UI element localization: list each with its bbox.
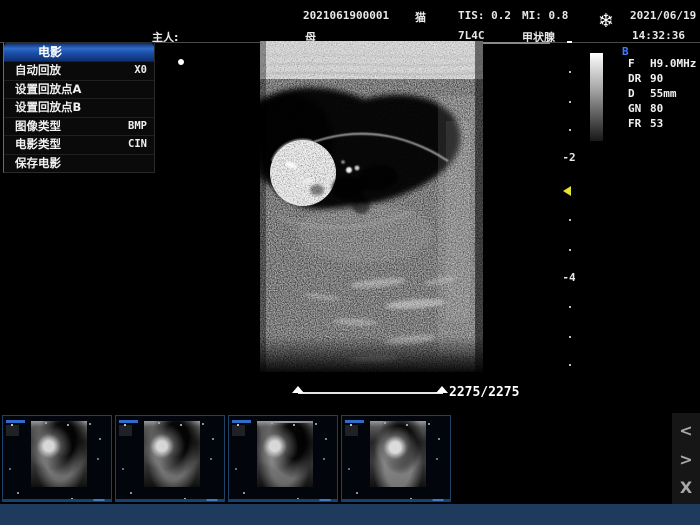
menu-item-value: BMP (128, 118, 147, 136)
cine-seek-bar[interactable] (298, 392, 443, 394)
param-value: H9.0MHz (650, 57, 696, 70)
mi-value: MI: 0.8 (522, 9, 568, 22)
thumb-bottom-bar (342, 499, 450, 501)
thumb-bottom-bar (116, 499, 224, 501)
menu-item-label: 自动回放 (15, 62, 61, 80)
menu-item-label: 电影类型 (15, 136, 61, 154)
param-value: 90 (650, 72, 663, 85)
thumb-bottom-bar (229, 499, 337, 501)
param-label: D (628, 87, 650, 100)
param-frequency: FH9.0MHz (628, 57, 696, 70)
thumbnail-cine-4[interactable] (341, 415, 451, 502)
depth-label-2: -2 (560, 151, 578, 164)
grayscale-bar (590, 53, 603, 141)
thumb-text-specks (124, 424, 126, 426)
menu-item-image-type[interactable]: 图像类型 BMP (4, 117, 154, 136)
thumb-header-bar (119, 420, 138, 423)
depth-tick (569, 249, 571, 251)
menu-item-cine-type[interactable]: 电影类型 CIN (4, 135, 154, 154)
thumb-text-specks (237, 424, 239, 426)
ultrasound-image[interactable] (260, 41, 483, 372)
depth-tick (569, 336, 571, 338)
menu-item-value: CIN (128, 136, 147, 154)
param-value: 55mm (650, 87, 677, 100)
depth-tick (569, 129, 571, 131)
cine-position-marker[interactable] (436, 386, 448, 393)
strip-close-button[interactable]: X (672, 480, 700, 496)
menu-item-label: 保存电影 (15, 155, 61, 173)
thumb-menu-ghost (119, 425, 132, 436)
menu-item-auto-replay[interactable]: 自动回放 X0 (4, 61, 154, 80)
strip-next-button[interactable]: > (672, 452, 700, 468)
date-value: 2021/06/19 (630, 9, 696, 22)
thumb-image (257, 421, 313, 487)
cine-menu-panel: 电影 自动回放 X0 设置回放点A 设置回放点B 图像类型 BMP 电影类型 C… (3, 42, 155, 173)
thumbnail-strip-controls: < > X (672, 413, 700, 504)
pointer-cursor-dot (178, 59, 184, 65)
depth-tick (567, 41, 572, 43)
depth-tick (569, 71, 571, 73)
thumb-header-bar (6, 420, 25, 423)
thumb-image (144, 421, 200, 487)
ultrasound-render (260, 41, 483, 372)
param-frame-rate: FR53 (628, 117, 663, 130)
thumb-menu-ghost (345, 425, 358, 436)
menu-item-save-cine[interactable]: 保存电影 (4, 154, 154, 173)
cine-start-marker[interactable] (292, 386, 304, 393)
thumbnail-cine-2[interactable] (115, 415, 225, 502)
species-label: 猫 (415, 9, 426, 25)
param-value: 53 (650, 117, 663, 130)
exam-id: 2021061900001 (303, 9, 389, 22)
thumb-bottom-bar (3, 499, 111, 501)
status-bar: en (0, 504, 700, 525)
depth-tick (569, 364, 571, 366)
menu-item-value: X0 (134, 62, 147, 80)
param-label: DR (628, 72, 650, 85)
thumbnail-cine-1[interactable] (2, 415, 112, 502)
thumb-image (370, 421, 426, 487)
thumb-text-specks (350, 424, 352, 426)
menu-item-label: 设置回放点B (15, 99, 81, 117)
tis-value: TIS: 0.2 (458, 9, 511, 22)
thumb-text-specks (11, 424, 13, 426)
ultrasound-screen: 2021061900001 猫 TIS: 0.2 MI: 0.8 2021/06… (0, 0, 700, 525)
param-gain: GN80 (628, 102, 663, 115)
param-label: F (628, 57, 650, 70)
thumb-header-bar (345, 420, 364, 423)
freeze-icon: ❄ (598, 12, 614, 31)
menu-item-set-point-a[interactable]: 设置回放点A (4, 80, 154, 99)
thumb-menu-ghost (232, 425, 245, 436)
param-value: 80 (650, 102, 663, 115)
cine-menu-title: 电影 (4, 43, 154, 61)
thumb-header-bar (232, 420, 251, 423)
focus-marker-icon[interactable] (563, 186, 571, 196)
param-dynamic-range: DR90 (628, 72, 663, 85)
thumbnail-cine-3[interactable] (228, 415, 338, 502)
frame-counter: 2275/2275 (449, 385, 519, 400)
depth-tick (569, 101, 571, 103)
menu-item-label: 图像类型 (15, 118, 61, 136)
menu-item-set-point-b[interactable]: 设置回放点B (4, 98, 154, 117)
param-label: FR (628, 117, 650, 130)
strip-prev-button[interactable]: < (672, 423, 700, 439)
time-value: 14:32:36 (632, 29, 685, 42)
param-label: GN (628, 102, 650, 115)
depth-label-4: -4 (560, 271, 578, 284)
depth-tick (569, 219, 571, 221)
param-depth: D55mm (628, 87, 677, 100)
thumb-image (31, 421, 87, 487)
depth-tick (569, 306, 571, 308)
thumb-menu-ghost (6, 425, 19, 436)
menu-item-label: 设置回放点A (15, 81, 81, 99)
